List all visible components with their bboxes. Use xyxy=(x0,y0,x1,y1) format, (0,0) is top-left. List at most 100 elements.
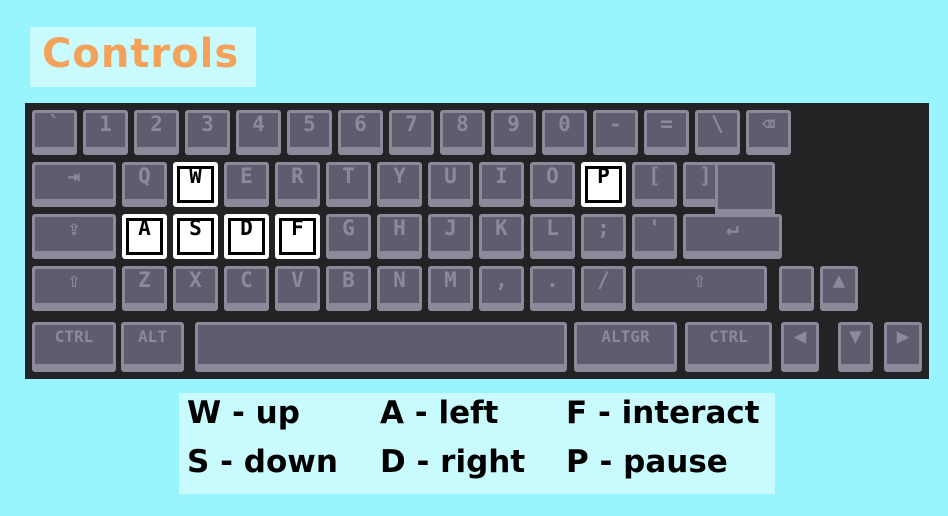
key-e: E xyxy=(224,162,269,207)
key-label: Y xyxy=(393,164,406,188)
key-label: ⇧ xyxy=(693,268,706,292)
key-label: 2 xyxy=(150,112,163,136)
key-label: B xyxy=(342,268,355,292)
key-label: W xyxy=(189,164,202,188)
key-label: , xyxy=(495,268,508,292)
key-label: Q xyxy=(138,164,151,188)
key-label: N xyxy=(393,268,406,292)
key-label: ▼ xyxy=(849,324,862,348)
key-backslash: \ xyxy=(695,110,740,155)
key-label: 5 xyxy=(303,112,316,136)
key-period: . xyxy=(530,266,575,311)
key-h: H xyxy=(377,214,422,259)
key-label: 9 xyxy=(507,112,520,136)
key-7: 7 xyxy=(389,110,434,155)
key-label: 4 xyxy=(252,112,265,136)
key-label: ' xyxy=(648,216,661,240)
key-0: 0 xyxy=(542,110,587,155)
key-label: CTRL xyxy=(709,327,748,346)
key-label: I xyxy=(495,164,508,188)
key-label: ◀ xyxy=(793,324,807,348)
key-label: F xyxy=(291,216,304,240)
key-slash: / xyxy=(581,266,626,311)
key-label: ⌫ xyxy=(762,112,775,136)
key-label: ⇪ xyxy=(67,216,81,240)
key-w: W xyxy=(173,162,218,207)
key-label: [ xyxy=(648,164,661,188)
key-label: ALTGR xyxy=(601,327,650,346)
key-label: 3 xyxy=(201,112,214,136)
key-j: J xyxy=(428,214,473,259)
key-label: ▲ xyxy=(832,268,846,292)
key-3: 3 xyxy=(185,110,230,155)
key-shift: ⇧ xyxy=(632,266,767,311)
key-g: G xyxy=(326,214,371,259)
title-panel: Controls xyxy=(30,27,256,87)
key-1: 1 xyxy=(83,110,128,155)
key-n: N xyxy=(377,266,422,311)
key-label: ALT xyxy=(138,327,167,346)
key-backspace: ⌫ xyxy=(746,110,791,155)
key-label: ⇥ xyxy=(67,164,81,188)
key-label: - xyxy=(609,112,622,136)
legend-interact: F - interact xyxy=(566,395,760,431)
key-minus: - xyxy=(593,110,638,155)
key-comma: , xyxy=(479,266,524,311)
key-q: Q xyxy=(122,162,167,207)
key-u: U xyxy=(428,162,473,207)
keyboard-diagram: ` 1 2 3 4 5 6 7 8 9 0 - = \ ⌫ ⇥ Q W E R T Y U I O P [] ⇪ A S D F G H J K L; '… xyxy=(25,103,929,379)
key-label: T xyxy=(342,164,355,188)
key-x: X xyxy=(173,266,218,311)
key-enter: ↵ xyxy=(683,214,782,259)
key-8: 8 xyxy=(440,110,485,155)
key-label: = xyxy=(660,112,673,136)
key-f: F xyxy=(275,214,320,259)
key-v: V xyxy=(275,266,320,311)
legend-down: S - down xyxy=(187,444,338,480)
key-9: 9 xyxy=(491,110,536,155)
key-6: 6 xyxy=(338,110,383,155)
key-label: / xyxy=(597,268,610,292)
key-d: D xyxy=(224,214,269,259)
key-label: \ xyxy=(711,112,724,136)
key-altgr: ALTGR xyxy=(574,322,677,372)
key-z: Z xyxy=(122,266,167,311)
key-y: Y xyxy=(377,162,422,207)
key-label: 7 xyxy=(405,112,418,136)
key-k: K xyxy=(479,214,524,259)
key-label: K xyxy=(495,216,508,240)
key-c: C xyxy=(224,266,269,311)
key-ctrl: CTRL xyxy=(685,322,772,372)
key-label: ↵ xyxy=(726,216,739,240)
key-blank-12 xyxy=(779,266,814,311)
key-label: O xyxy=(546,164,559,188)
key-lbracket: [ xyxy=(632,162,677,207)
legend-right: D - right xyxy=(380,444,526,480)
key-p: P xyxy=(581,162,626,207)
key-label: ▶ xyxy=(896,324,910,348)
key-m: M xyxy=(428,266,473,311)
key-left: ◀ xyxy=(781,322,819,372)
key-label: 8 xyxy=(456,112,469,136)
key-label: E xyxy=(240,164,253,188)
controls-legend: W - up A - left F - interact S - down D … xyxy=(179,393,775,494)
key-label: P xyxy=(597,164,610,188)
key-equals: = xyxy=(644,110,689,155)
key-5: 5 xyxy=(287,110,332,155)
page-title: Controls xyxy=(42,31,240,77)
key-s: S xyxy=(173,214,218,259)
key-label: ; xyxy=(597,216,610,240)
key-label: V xyxy=(291,268,304,292)
legend-left: A - left xyxy=(380,395,499,431)
key-label: CTRL xyxy=(54,327,94,346)
key-l: L xyxy=(530,214,575,259)
key-tab: ⇥ xyxy=(32,162,116,207)
key-quote: ' xyxy=(632,214,677,259)
key-label: D xyxy=(240,216,253,240)
legend-up: W - up xyxy=(187,395,300,431)
key-label: 1 xyxy=(99,112,112,136)
key-label: U xyxy=(444,164,457,188)
key-a: A xyxy=(122,214,167,259)
key-right: ▶ xyxy=(884,322,922,372)
legend-pause: P - pause xyxy=(566,444,728,480)
